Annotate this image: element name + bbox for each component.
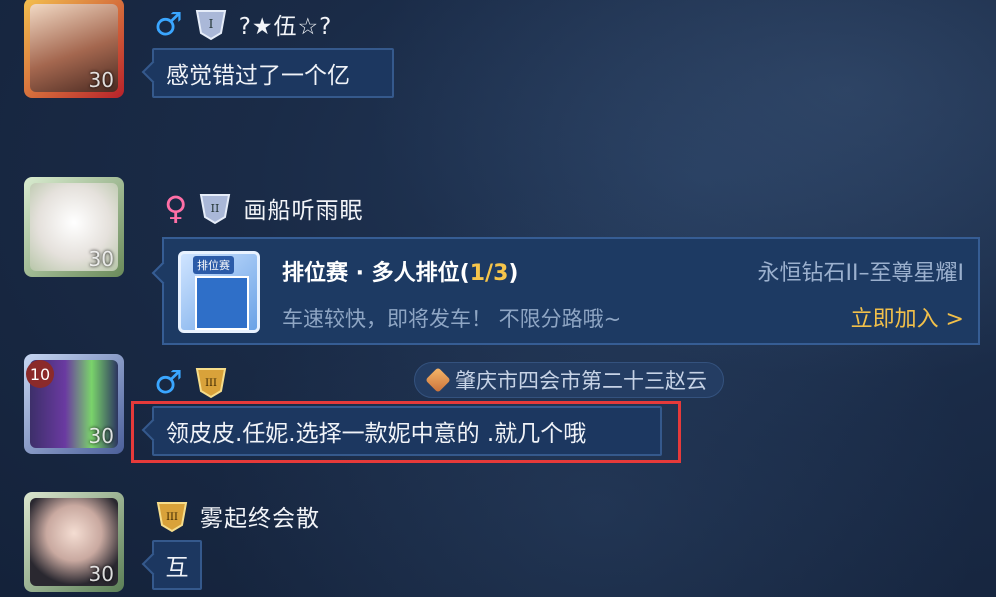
rank-badge-icon: I — [195, 10, 226, 41]
avatar[interactable]: 30 — [24, 177, 124, 277]
avatar[interactable]: 10 30 — [24, 354, 124, 454]
location-tag[interactable]: 肇庆市四会市第二十三赵云 — [414, 362, 724, 398]
icon-tag: 排位赛 — [193, 256, 234, 274]
message-text: 互 — [165, 555, 189, 581]
avatar-level: 30 — [88, 68, 114, 92]
chat-bubble[interactable]: 感觉错过了一个亿 — [152, 48, 394, 98]
female-icon: ♀ — [164, 189, 188, 227]
rank-badge-icon: II — [200, 194, 231, 225]
nickname[interactable]: 雾起终会散 — [200, 499, 320, 533]
rank-badge-icon: III — [156, 502, 188, 533]
avatar-level: 30 — [88, 247, 114, 271]
highlight-box — [131, 401, 681, 463]
chat-bubble[interactable]: 互 — [152, 540, 202, 590]
name-line: ♀ II 画船听雨眠 — [164, 188, 363, 228]
male-icon: ♂ — [154, 363, 183, 401]
name-line: III 雾起终会散 — [154, 496, 320, 536]
party-count: 1/3 — [469, 261, 509, 286]
svg-text:I: I — [208, 17, 213, 31]
location-text: 肇庆市四会市第二十三赵云 — [455, 369, 707, 393]
card-title: 排位赛 · 多人排位(1/3) — [282, 261, 519, 286]
ranked-match-icon: 排位赛 — [178, 251, 260, 333]
nickname[interactable]: ?★伍☆? — [239, 7, 333, 41]
name-line: ♂ I ?★伍☆? — [154, 4, 332, 44]
avatar-level: 30 — [88, 562, 114, 586]
avatar-level: 30 — [88, 424, 114, 448]
ranked-invite-card[interactable]: 排位赛 排位赛 · 多人排位(1/3) 永恒钻石II–至尊星耀I 车速较快，即将… — [162, 237, 980, 345]
message-text: 感觉错过了一个亿 — [166, 63, 350, 89]
rank-range: 永恒钻石II–至尊星耀I — [757, 261, 964, 286]
nickname[interactable]: 画船听雨眠 — [243, 191, 363, 225]
location-pin-icon — [425, 367, 451, 393]
svg-text:III: III — [205, 378, 217, 389]
avatar-badge-level: 10 — [26, 360, 54, 388]
icon-inner — [195, 276, 249, 330]
svg-text:II: II — [211, 202, 220, 215]
rank-badge-icon: III — [195, 368, 226, 399]
avatar[interactable]: 30 — [24, 0, 124, 98]
name-line: ♂ III — [154, 362, 229, 402]
join-now-button[interactable]: 立即加入 > — [851, 301, 964, 333]
avatar[interactable]: 30 — [24, 492, 124, 592]
male-icon: ♂ — [154, 5, 183, 43]
card-subtitle: 车速较快，即将发车！ 不限分路哦~ — [282, 307, 622, 331]
svg-text:III: III — [166, 512, 178, 523]
